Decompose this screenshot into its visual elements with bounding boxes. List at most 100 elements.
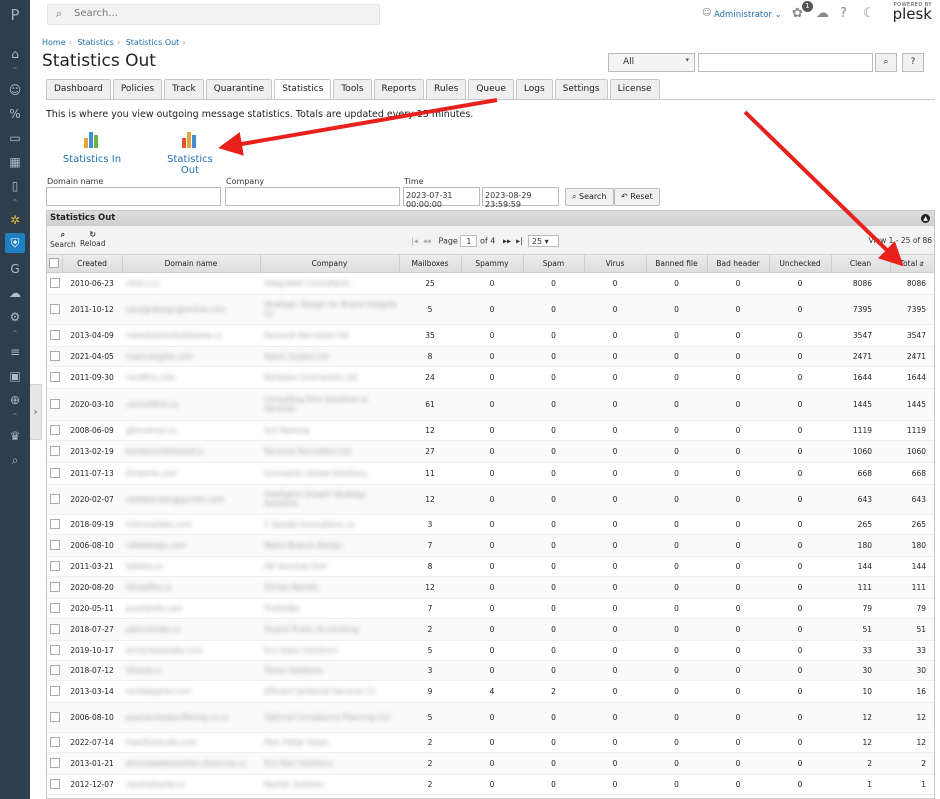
row-checkbox[interactable]: [49, 351, 60, 361]
next-page-icon[interactable]: ▸▸: [503, 237, 511, 246]
row-checkbox[interactable]: [49, 665, 60, 675]
row-checkbox-cell[interactable]: [47, 556, 62, 577]
table-row[interactable]: 2008-06-09 glimnemyr.cz Sch Naming 12 0 0 0 0 0 0…: [47, 420, 934, 441]
tab-track[interactable]: Track: [164, 79, 204, 99]
table-row[interactable]: 2020-02-07 netdata.labs@gunbin.com Intelli…: [47, 484, 934, 515]
row-checkbox[interactable]: [49, 540, 60, 550]
magnify-plus-icon[interactable]: ⊕: [7, 392, 23, 408]
settings-gear-icon[interactable]: ⚙: [7, 309, 23, 325]
row-checkbox[interactable]: [49, 468, 60, 478]
last-page-icon[interactable]: ▸|: [516, 237, 523, 246]
table-row[interactable]: 2020-03-10 consultfirm.cz Consulting Firm …: [47, 388, 934, 421]
row-checkbox-cell[interactable]: [47, 752, 62, 775]
row-checkbox[interactable]: [49, 399, 60, 409]
percent-icon[interactable]: %: [7, 106, 23, 122]
table-row[interactable]: 2012-12-07 rayelvekpstd.cz Raytek Systems 2…: [47, 774, 934, 795]
col-domain[interactable]: Domain name: [122, 255, 261, 273]
row-checkbox[interactable]: [49, 425, 60, 435]
col-mailboxes[interactable]: Mailboxes: [399, 255, 462, 273]
row-checkbox[interactable]: [49, 686, 60, 696]
row-checkbox[interactable]: [49, 278, 60, 288]
row-checkbox[interactable]: [49, 561, 60, 571]
page-size-select[interactable]: 25 ▾: [527, 235, 559, 247]
extensions-icon[interactable]: ▣: [7, 368, 23, 384]
notifications-icon[interactable]: ✿: [792, 6, 803, 21]
row-checkbox-cell[interactable]: [47, 366, 62, 389]
chevron-up-icon-2[interactable]: ⌃: [11, 198, 19, 207]
user-icon[interactable]: ☺: [7, 82, 23, 98]
col-virus[interactable]: Virus: [584, 255, 647, 273]
statistics-out-button[interactable]: Statistics Out: [158, 130, 222, 176]
row-checkbox[interactable]: [49, 494, 60, 504]
row-checkbox-cell[interactable]: [47, 440, 62, 463]
book-icon[interactable]: ▯: [7, 178, 23, 194]
admin-menu[interactable]: Administrator ⌄: [714, 10, 782, 20]
mail-shield-icon[interactable]: ⛨: [5, 233, 25, 253]
filter-search-input[interactable]: [698, 53, 873, 72]
tab-license[interactable]: License: [609, 79, 660, 99]
chevron-up-icon-3[interactable]: ⌃: [11, 329, 19, 338]
table-row[interactable]: 2013-03-14 rentalaspirer.com Efficient Jan…: [47, 680, 934, 703]
table-row[interactable]: 2006-08-10 pearlandsalesoffering.co.cz Opt…: [47, 702, 934, 733]
row-checkbox-cell[interactable]: [47, 660, 62, 681]
filter-search-button[interactable]: ⌕: [875, 53, 897, 72]
tab-logs[interactable]: Logs: [515, 79, 553, 99]
row-checkbox-cell[interactable]: [47, 462, 62, 485]
col-banned-file[interactable]: Banned file: [646, 255, 708, 273]
row-checkbox-cell[interactable]: [47, 576, 62, 599]
cloud-plugin-icon[interactable]: ☁: [7, 285, 23, 301]
row-checkbox[interactable]: [49, 582, 60, 592]
row-checkbox[interactable]: [49, 446, 60, 456]
tab-rules[interactable]: Rules: [426, 79, 467, 99]
tab-tools[interactable]: Tools: [333, 79, 372, 99]
col-bad-header[interactable]: Bad header: [707, 255, 770, 273]
row-checkbox[interactable]: [49, 645, 60, 655]
row-checkbox[interactable]: [49, 624, 60, 634]
crown-icon[interactable]: ♛: [7, 428, 23, 444]
table-row[interactable]: 2011-07-13 limdome.com Innovation Global S…: [47, 462, 934, 485]
table-row[interactable]: 2006-08-10 netwebagn.com Metro Branch Desi…: [47, 534, 934, 557]
row-checkbox-cell[interactable]: [47, 388, 62, 421]
col-spam[interactable]: Spam: [523, 255, 585, 273]
row-checkbox-cell[interactable]: [47, 598, 62, 619]
col-total[interactable]: Total ⇵: [890, 255, 934, 273]
tab-queue[interactable]: Queue: [468, 79, 514, 99]
prev-page-icon[interactable]: ◂◂: [423, 237, 431, 246]
row-checkbox-cell[interactable]: [47, 346, 62, 367]
statistics-in-button[interactable]: Statistics In: [62, 130, 122, 165]
row-checkbox-cell[interactable]: [47, 774, 62, 795]
table-row[interactable]: 2011-03-21 Vidlata.cz HR Services Firm 8 0 0 0…: [47, 556, 934, 577]
search-button[interactable]: ⌕ Search: [565, 188, 614, 206]
row-checkbox[interactable]: [49, 603, 60, 613]
table-row[interactable]: 2018-07-12 Vlsand.cz Trinsa Solutions 3 0 0 0 0…: [47, 660, 934, 681]
domain-name-input[interactable]: [46, 187, 221, 206]
row-checkbox[interactable]: [49, 758, 60, 768]
row-checkbox-cell[interactable]: [47, 702, 62, 733]
company-input[interactable]: [225, 187, 400, 206]
time-from-input[interactable]: 2023-07-31 00:00:00: [403, 187, 480, 209]
row-checkbox[interactable]: [49, 330, 60, 340]
cloud-icon[interactable]: ☁: [816, 6, 829, 21]
row-checkbox-cell[interactable]: [47, 484, 62, 515]
table-row[interactable]: 2019-10-17 emilyrealestate.com Eco Glass S…: [47, 640, 934, 661]
apps-grid-icon[interactable]: ▦: [7, 154, 23, 170]
row-checkbox[interactable]: [49, 779, 60, 789]
row-checkbox[interactable]: [49, 519, 60, 529]
tab-dashboard[interactable]: Dashboard: [46, 79, 111, 99]
row-checkbox-cell[interactable]: [47, 420, 62, 441]
table-row[interactable]: 2010-06-23 clnd.u.cz Integrated Consultant…: [47, 272, 934, 295]
select-all-checkbox[interactable]: [47, 255, 63, 273]
grid-search-button[interactable]: ⌕ Search: [50, 230, 76, 249]
tab-reports[interactable]: Reports: [373, 79, 425, 99]
g-plugin-icon[interactable]: G: [7, 261, 23, 277]
plesk-logo[interactable]: P: [0, 6, 30, 24]
row-checkbox[interactable]: [49, 737, 60, 747]
row-checkbox-cell[interactable]: [47, 294, 62, 325]
col-created[interactable]: Created: [62, 255, 123, 273]
sliders-icon[interactable]: ≡: [7, 344, 23, 360]
search-icon-sidebar[interactable]: ⌕: [7, 452, 23, 468]
table-row[interactable]: 2011-09-30 nordfinn.com Nordiska Contracto…: [47, 366, 934, 389]
global-search-input[interactable]: ⌕ Search...: [47, 4, 380, 25]
col-unchecked[interactable]: Unchecked: [769, 255, 832, 273]
table-row[interactable]: 2013-02-19 bambooclothestuf.cz Personal Re…: [47, 440, 934, 463]
